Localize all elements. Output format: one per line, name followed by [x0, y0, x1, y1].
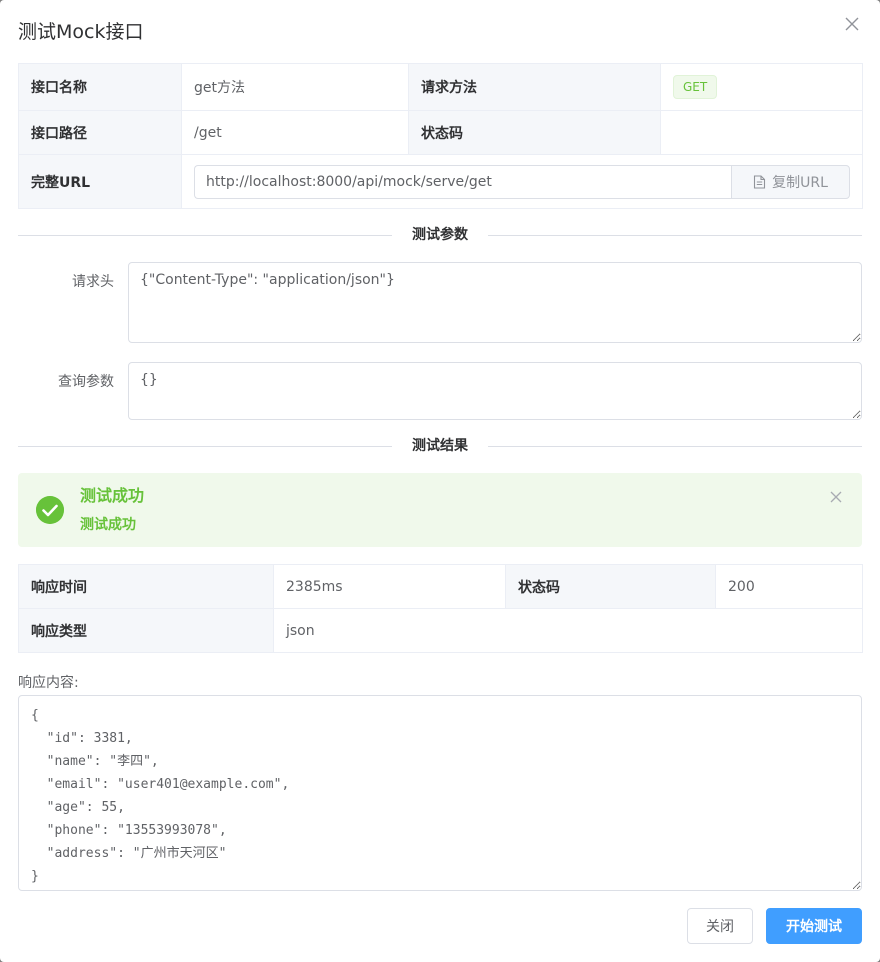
alert-title: 测试成功: [80, 486, 145, 505]
request-method-label: 请求方法: [408, 63, 661, 111]
full-url-cell: 复制URL: [181, 154, 863, 209]
close-button[interactable]: 关闭: [687, 908, 753, 944]
table-row: 响应类型 json: [18, 608, 863, 653]
close-icon[interactable]: [842, 14, 862, 34]
response-type-label: 响应类型: [18, 608, 274, 653]
success-alert: 测试成功 测试成功: [18, 473, 862, 547]
table-row: 接口名称 get方法 请求方法 GET: [18, 63, 863, 111]
interface-path-value: /get: [181, 110, 409, 155]
full-url-input[interactable]: [194, 164, 731, 199]
interface-path-label: 接口路径: [18, 110, 182, 155]
start-test-button[interactable]: 开始测试: [766, 908, 862, 944]
response-time-value: 2385ms: [273, 564, 506, 609]
copy-url-label: 复制URL: [772, 174, 828, 191]
response-content-box[interactable]: { "id": 3381, "name": "李四", "email": "us…: [18, 695, 862, 891]
request-method-cell: GET: [660, 63, 863, 111]
interface-name-label: 接口名称: [18, 63, 182, 111]
response-status-value: 200: [715, 564, 863, 609]
headers-label: 请求头: [72, 274, 114, 290]
query-params-label: 查询参数: [58, 374, 114, 390]
params-divider: 测试参数: [18, 225, 862, 245]
table-row: 完整URL 复制URL: [18, 154, 863, 209]
response-content-label: 响应内容:: [18, 675, 79, 691]
url-input-group: 复制URL: [194, 164, 850, 199]
table-row: 接口路径 /get 状态码: [18, 110, 863, 155]
interface-info-table: 接口名称 get方法 请求方法 GET 接口路径 /get 状态码 完整URL: [18, 63, 863, 209]
interface-name-value: get方法: [181, 63, 409, 111]
results-section-title: 测试结果: [392, 436, 488, 456]
table-row: 响应时间 2385ms 状态码 200: [18, 564, 863, 609]
alert-close-icon[interactable]: [828, 489, 844, 505]
response-time-label: 响应时间: [18, 564, 274, 609]
method-tag: GET: [673, 75, 718, 99]
response-type-value: json: [273, 608, 863, 653]
dialog-title: 测试Mock接口: [18, 21, 144, 43]
check-circle-icon: [36, 496, 64, 524]
mock-test-dialog: 测试Mock接口 接口名称 get方法 请求方法 GET 接口路径 /get 状…: [0, 0, 880, 962]
params-section-title: 测试参数: [392, 225, 488, 245]
headers-textarea[interactable]: {"Content-Type": "application/json"}: [128, 262, 862, 343]
response-status-label: 状态码: [505, 564, 716, 609]
copy-url-button[interactable]: 复制URL: [731, 164, 850, 199]
alert-description: 测试成功: [80, 517, 136, 533]
results-divider: 测试结果: [18, 436, 862, 456]
full-url-label: 完整URL: [18, 154, 182, 209]
query-params-textarea[interactable]: {}: [128, 362, 862, 420]
response-info-table: 响应时间 2385ms 状态码 200 响应类型 json: [18, 564, 863, 653]
status-code-value: [660, 110, 863, 155]
document-icon: [754, 174, 766, 189]
status-code-label: 状态码: [408, 110, 661, 155]
